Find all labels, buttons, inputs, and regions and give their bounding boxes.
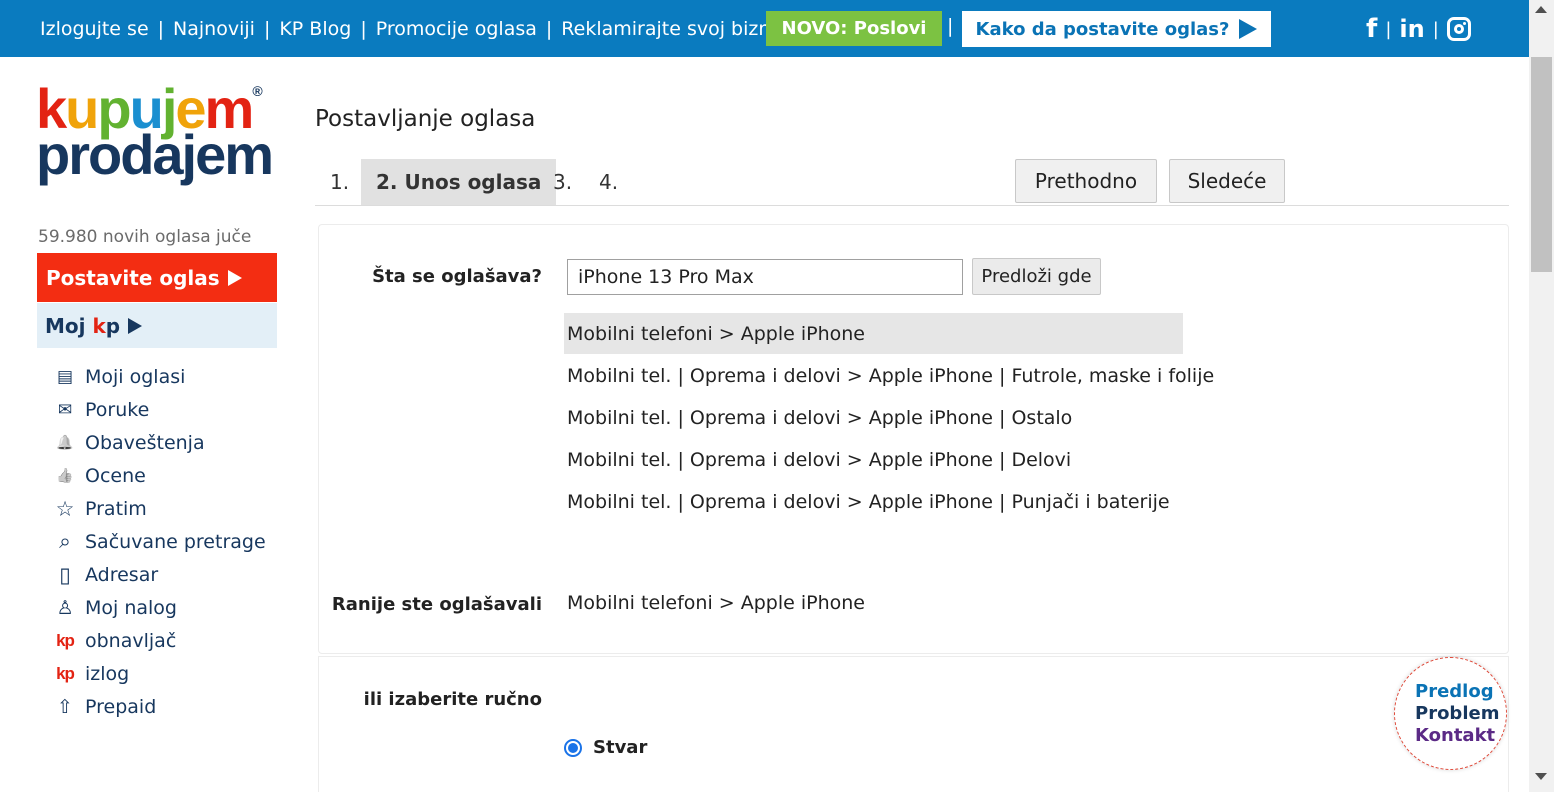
my-kp-header[interactable]: Moj kp bbox=[37, 303, 277, 348]
nav-separator: | bbox=[947, 15, 954, 37]
step-2-tab[interactable]: 2. Unos oglasa bbox=[361, 159, 557, 205]
sidebar-item-label: Sačuvane pretrage bbox=[85, 530, 266, 553]
sidebar-item-notifications[interactable]: 🔔 Obaveštenja bbox=[54, 426, 294, 459]
category-suggestion[interactable]: Mobilni tel. | Oprema i delovi > Apple i… bbox=[564, 439, 1204, 480]
sidebar-item-label: Obaveštenja bbox=[85, 431, 205, 454]
upload-arrow-icon: ⇧ bbox=[57, 695, 73, 718]
play-arrow-icon bbox=[1239, 19, 1258, 39]
step-4-tab[interactable]: 4. bbox=[599, 159, 618, 205]
messages-icon: ✉ bbox=[57, 399, 73, 420]
category-suggestion[interactable]: Mobilni telefoni > Apple iPhone bbox=[564, 313, 1183, 354]
sidebar-item-following[interactable]: ☆ Pratim bbox=[54, 492, 294, 525]
step-1-tab[interactable]: 1. bbox=[330, 159, 349, 205]
instagram-icon[interactable] bbox=[1446, 17, 1471, 41]
sidebar-menu: ▤ Moji oglasi ✉ Poruke 🔔 Obaveštenja 👍 Ocene… bbox=[54, 360, 294, 723]
kp-logo-icon: kp bbox=[56, 630, 75, 650]
category-suggestion[interactable]: Mobilni tel. | Oprema i delovi > Apple i… bbox=[564, 397, 1204, 438]
nav-separator: | bbox=[360, 17, 367, 40]
social-links: f | in | bbox=[1366, 12, 1471, 46]
sidebar-item-address-book[interactable]: ▯ Adresar bbox=[54, 558, 294, 591]
sidebar-item-showcase[interactable]: kp izlog bbox=[54, 657, 294, 690]
how-to-post-button[interactable]: Kako da postavite oglas? bbox=[962, 11, 1271, 47]
sidebar-item-my-account[interactable]: ♙ Moj nalog bbox=[54, 591, 294, 624]
step-3-tab[interactable]: 3. bbox=[553, 159, 572, 205]
my-kp-label: Moj kp bbox=[45, 313, 121, 338]
sidebar-item-label: izlog bbox=[85, 662, 130, 685]
next-button[interactable]: Sledeće bbox=[1169, 159, 1285, 203]
sidebar-item-label: Adresar bbox=[85, 563, 159, 586]
radio-label: Stvar bbox=[593, 737, 648, 758]
suggest-category-button[interactable]: Predloži gde bbox=[972, 258, 1101, 295]
sidebar-item-label: obnavljač bbox=[85, 629, 177, 652]
post-ad-label: Postavite oglas bbox=[46, 265, 220, 290]
linkedin-icon[interactable]: in bbox=[1399, 15, 1424, 43]
sidebar-item-label: Moji oglasi bbox=[85, 365, 186, 388]
feedback-contact[interactable]: Kontakt bbox=[1415, 725, 1506, 747]
category-suggestion[interactable]: Mobilni tel. | Oprema i delovi > Apple i… bbox=[564, 481, 1204, 522]
post-ad-button[interactable]: Postavite oglas bbox=[37, 253, 277, 302]
logo-line-2: prodajem bbox=[36, 122, 274, 186]
sidebar-item-my-ads[interactable]: ▤ Moji oglasi bbox=[54, 360, 294, 393]
saved-search-icon: ⌕ bbox=[59, 529, 71, 553]
nav-separator: | bbox=[545, 17, 553, 40]
play-arrow-icon bbox=[227, 269, 242, 286]
nav-separator: | bbox=[157, 17, 165, 40]
advertise-business-link[interactable]: Reklamirajte svoj biznis bbox=[561, 18, 785, 40]
feedback-suggestion[interactable]: Predlog bbox=[1415, 681, 1506, 703]
nav-separator: | bbox=[263, 17, 271, 40]
social-separator: | bbox=[1385, 18, 1392, 40]
sidebar-item-label: Pratim bbox=[85, 497, 147, 520]
play-arrow-icon bbox=[128, 317, 143, 334]
top-bar: Izlogujte se | Najnoviji | KP Blog | Pro… bbox=[0, 0, 1529, 57]
bell-icon: 🔔 bbox=[56, 434, 74, 451]
thumbs-up-icon: 👍 bbox=[56, 467, 74, 484]
sidebar-item-saved-searches[interactable]: ⌕ Sačuvane pretrage bbox=[54, 525, 294, 558]
ad-subject-input[interactable] bbox=[567, 259, 963, 295]
address-book-icon: ▯ bbox=[59, 562, 71, 587]
new-ads-count: 59.980 novih oglasa juče bbox=[38, 227, 252, 247]
sidebar-item-ratings[interactable]: 👍 Ocene bbox=[54, 459, 294, 492]
sidebar-item-prepaid[interactable]: ⇧ Prepaid bbox=[54, 690, 294, 723]
step-tabs: 1. 2. Unos oglasa 3. 4. bbox=[315, 159, 1509, 206]
page-title: Postavljanje oglasa bbox=[315, 106, 536, 132]
sidebar-item-label: Moj nalog bbox=[85, 596, 177, 619]
sidebar-item-label: Ocene bbox=[85, 464, 146, 487]
item-type-radio[interactable]: Stvar bbox=[564, 737, 647, 758]
kp-logo-icon: kp bbox=[56, 663, 75, 683]
facebook-icon[interactable]: f bbox=[1366, 14, 1377, 44]
promotions-link[interactable]: Promocije oglasa bbox=[376, 18, 537, 40]
top-nav: Izlogujte se | Najnoviji | KP Blog | Pro… bbox=[40, 0, 810, 57]
sidebar-item-renewer[interactable]: kp obnavljač bbox=[54, 624, 294, 657]
sidebar-item-messages[interactable]: ✉ Poruke bbox=[54, 393, 294, 426]
category-suggestion[interactable]: Mobilni tel. | Oprema i delovi > Apple i… bbox=[564, 355, 1214, 396]
blog-link[interactable]: KP Blog bbox=[279, 18, 351, 40]
manual-select-label: ili izaberite ručno bbox=[363, 689, 542, 710]
sidebar-item-label: Poruke bbox=[85, 398, 150, 421]
previous-category-link[interactable]: Mobilni telefoni > Apple iPhone bbox=[567, 592, 865, 614]
list-icon: ▤ bbox=[56, 366, 74, 387]
scroll-down-icon[interactable] bbox=[1535, 773, 1547, 780]
previous-button[interactable]: Prethodno bbox=[1015, 159, 1157, 203]
manual-category-panel bbox=[318, 656, 1509, 792]
jobs-button[interactable]: NOVO: Poslovi bbox=[766, 11, 942, 46]
how-to-post-label: Kako da postavite oglas? bbox=[975, 18, 1230, 40]
user-icon: ♙ bbox=[56, 596, 74, 619]
previous-category-label: Ranije ste oglašavali bbox=[331, 594, 542, 615]
star-icon: ☆ bbox=[55, 496, 75, 521]
feedback-widget[interactable]: Predlog Problem Kontakt bbox=[1394, 657, 1507, 770]
scroll-up-icon[interactable] bbox=[1535, 6, 1547, 13]
radio-checked-icon[interactable] bbox=[564, 738, 582, 757]
logout-link[interactable]: Izlogujte se bbox=[40, 18, 149, 40]
ad-subject-label: Šta se oglašava? bbox=[372, 266, 542, 287]
social-separator: | bbox=[1432, 18, 1439, 40]
site-logo[interactable]: kupujem® prodajem bbox=[36, 81, 286, 186]
feedback-problem[interactable]: Problem bbox=[1415, 703, 1506, 725]
scrollbar-thumb[interactable] bbox=[1531, 57, 1552, 272]
sidebar-item-label: Prepaid bbox=[85, 695, 157, 718]
newest-link[interactable]: Najnoviji bbox=[173, 18, 255, 40]
